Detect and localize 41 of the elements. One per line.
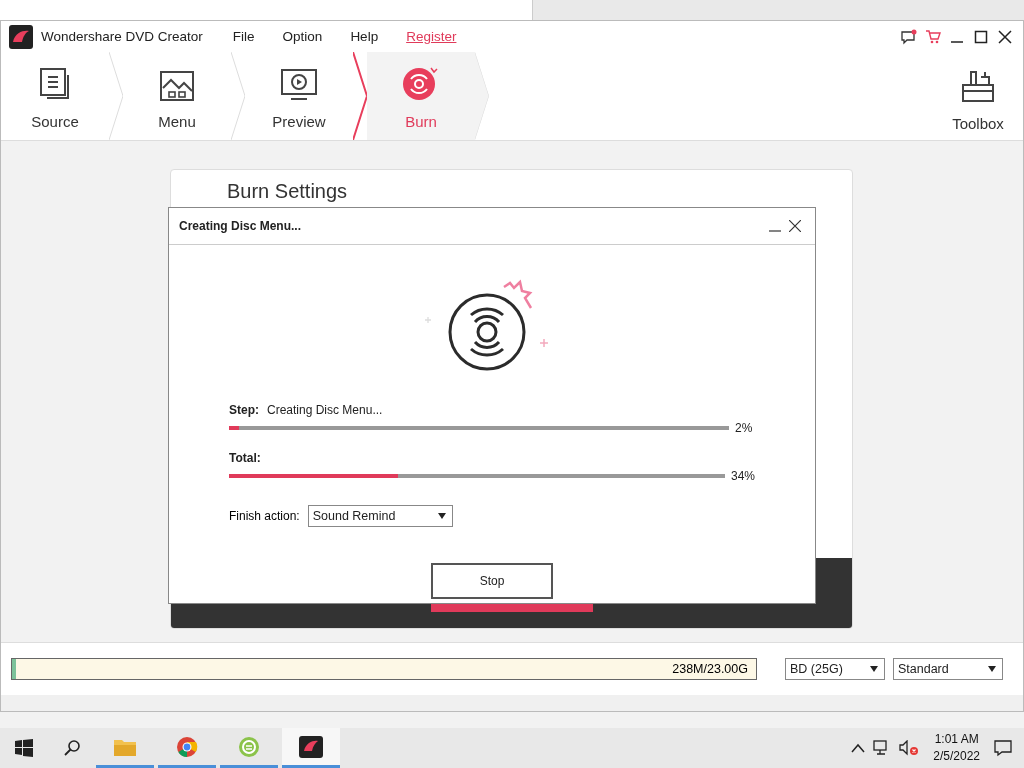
document-icon — [38, 67, 72, 101]
dropdown-caret-icon — [870, 666, 878, 672]
notification-icon[interactable] — [994, 739, 1012, 757]
dialog-title: Creating Disc Menu... — [179, 219, 302, 233]
register-link[interactable]: Register — [394, 29, 469, 44]
menu-item[interactable]: File — [220, 29, 267, 44]
total-percent: 34% — [730, 469, 755, 483]
dropdown-caret-icon — [988, 666, 996, 672]
step-percent: 2% — [735, 421, 753, 435]
browser-icon — [176, 735, 198, 758]
toolbox-icon — [961, 69, 995, 103]
quality-dropdown[interactable]: Standard — [893, 658, 1003, 680]
menu-item[interactable]: Option — [270, 29, 335, 44]
image-icon — [160, 71, 194, 101]
capacity-bar: 238M/23.00G — [11, 658, 757, 680]
menu-item[interactable]: Help — [338, 29, 391, 44]
card-title: Burn Settings — [226, 179, 349, 204]
dropdown-caret-icon — [437, 513, 446, 519]
step-tab[interactable]: Burn — [367, 52, 475, 140]
disc-icon — [401, 65, 441, 101]
clock-time: 1:01 AM — [934, 731, 979, 748]
total-label: Total: — [229, 451, 261, 465]
app-logo-icon — [9, 24, 33, 49]
download-app-icon — [238, 735, 260, 758]
monitor-play-icon — [281, 69, 317, 101]
step-label: Step: — [229, 403, 259, 417]
taskbar-app[interactable] — [282, 728, 340, 768]
toolbox-button[interactable]: Toolbox — [933, 52, 1023, 140]
finish-action-dropdown[interactable]: Sound Remind — [307, 505, 453, 527]
disc-type-dropdown[interactable]: BD (25G) — [785, 658, 885, 680]
app-title: Wondershare DVD Creator — [41, 29, 203, 44]
chevron-up-icon[interactable] — [851, 743, 866, 753]
muted-speaker-icon[interactable] — [899, 740, 920, 756]
step-tab[interactable]: Menu — [123, 52, 231, 140]
finish-action-label: Finish action: — [229, 509, 300, 523]
stop-button[interactable]: Stop — [431, 563, 553, 599]
step-tab[interactable]: Source — [1, 52, 109, 140]
step-text: Creating Disc Menu... — [267, 403, 383, 417]
step-tab[interactable]: Preview — [245, 52, 353, 140]
clock-date: 2/5/2022 — [933, 748, 980, 765]
app-logo-icon — [299, 735, 323, 758]
